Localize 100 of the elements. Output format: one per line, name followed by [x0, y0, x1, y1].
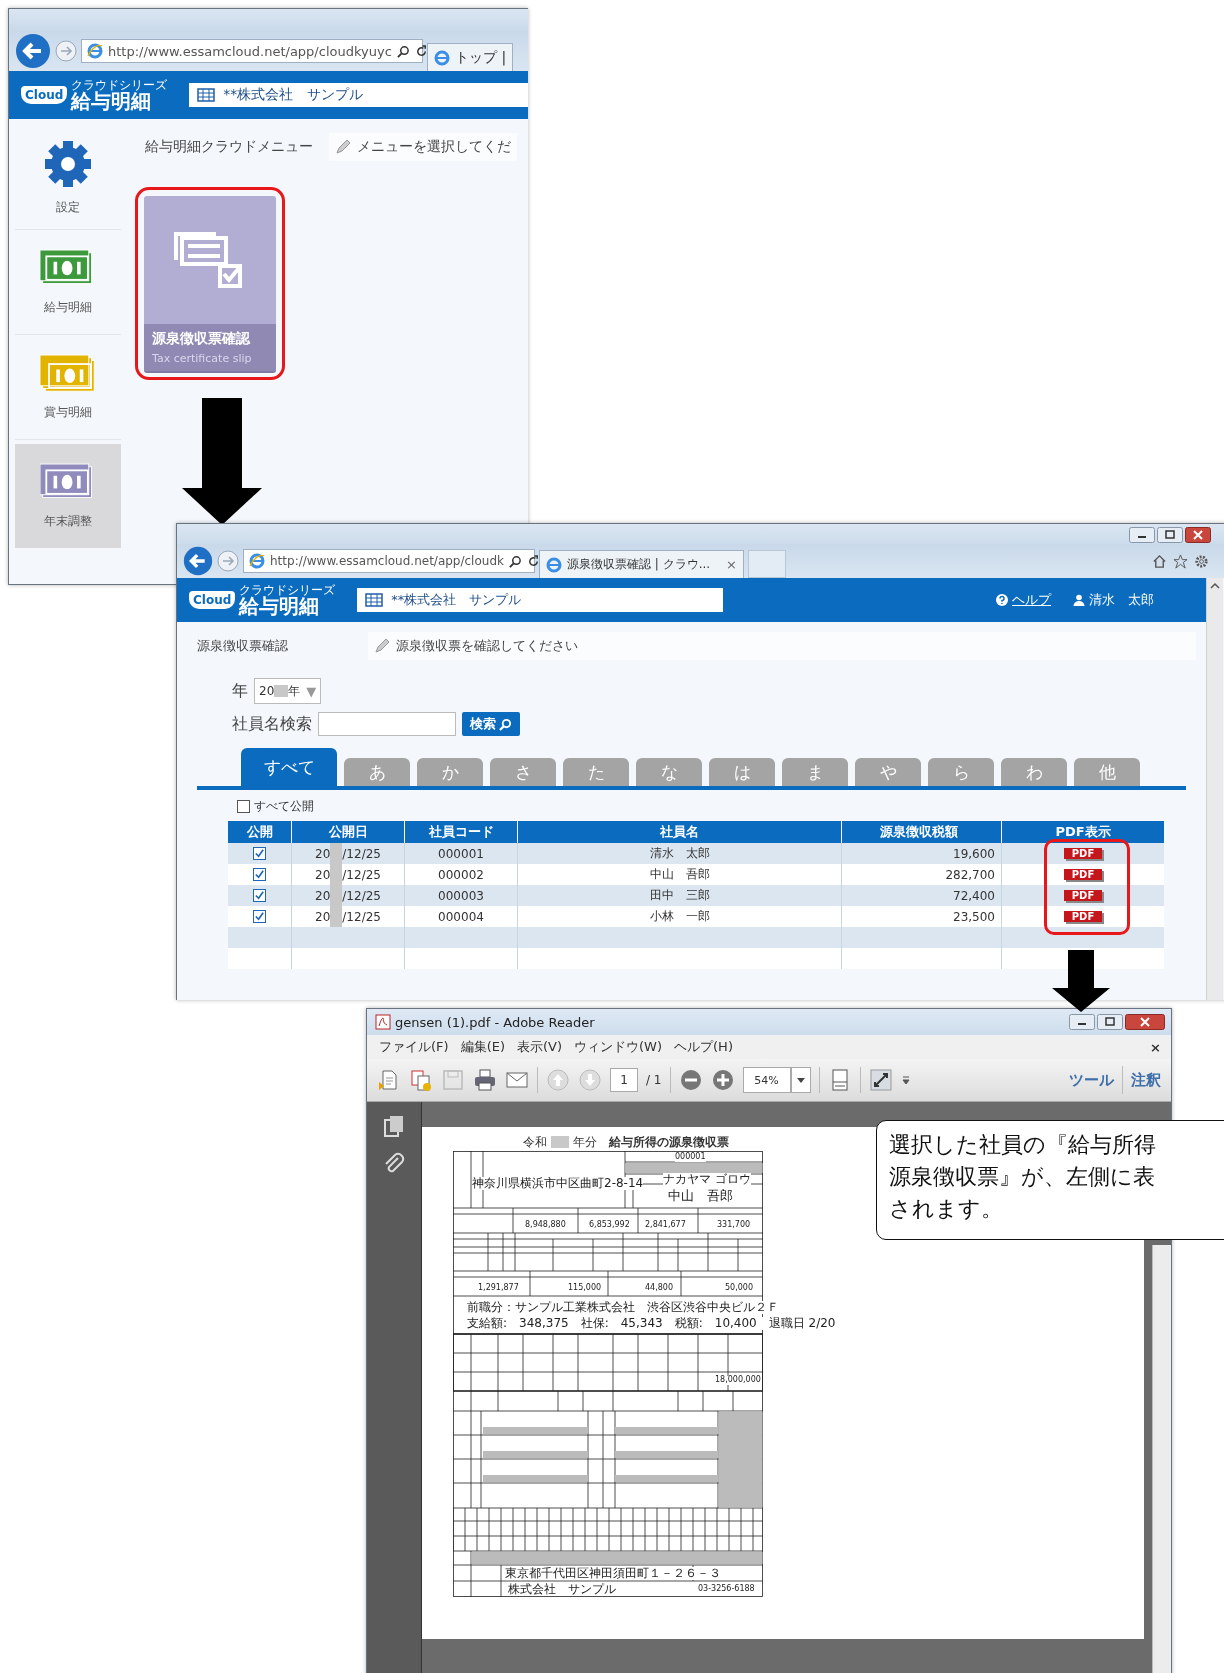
star-icon[interactable] [1173, 553, 1188, 569]
tab-close-button[interactable]: × [726, 557, 737, 572]
user-icon [1073, 594, 1085, 606]
table-cell: 000002 [438, 867, 484, 882]
sidebar-item[interactable]: 設定 [15, 125, 121, 230]
home-icon[interactable] [1152, 553, 1167, 569]
sidebar-item[interactable]: 給与明細 [15, 230, 121, 335]
maximize-button[interactable] [1157, 527, 1183, 543]
comment-button[interactable]: 注釈 [1131, 1070, 1161, 1090]
settings-icon[interactable] [1194, 553, 1209, 569]
pencil-icon [374, 638, 390, 654]
menu-item[interactable]: 編集(E) [460, 1038, 505, 1056]
document-text: 50,000 [725, 1284, 753, 1293]
fullscreen-icon[interactable] [868, 1068, 893, 1092]
pdf-button[interactable]: PDF [1063, 869, 1103, 880]
user-name: 清水 太郎 [1089, 591, 1154, 609]
year-select[interactable]: 20 年 ▼ [254, 678, 322, 704]
browser-logo-icon [546, 556, 562, 573]
zoom-in-icon[interactable] [710, 1068, 735, 1092]
url-text: http://www.essamcloud.net/app/cloudk [270, 554, 504, 568]
table-cell: 20 [315, 888, 331, 903]
logo-series: クラウドシリーズ [71, 79, 168, 91]
pdf-button[interactable]: PDF [1063, 848, 1103, 859]
back-button[interactable] [15, 33, 51, 69]
logo-series: クラウドシリーズ [239, 584, 336, 596]
document-text: 年分 [573, 1133, 597, 1151]
table-cell: 000003 [438, 888, 484, 903]
checkbox[interactable] [253, 847, 266, 860]
search-button[interactable]: 検索 [462, 712, 520, 736]
maximize-button[interactable] [1097, 1014, 1123, 1030]
filter-tab[interactable]: すべて [241, 748, 337, 786]
checkbox[interactable] [253, 868, 266, 881]
gear-icon [43, 138, 93, 189]
close-document-button[interactable]: × [1150, 1039, 1161, 1055]
tools-button[interactable]: ツール [1069, 1070, 1114, 1090]
menu-item[interactable]: ファイル(F) [379, 1038, 449, 1056]
search-icon[interactable] [509, 554, 522, 568]
dropdown-button[interactable] [790, 1067, 811, 1093]
menu-item[interactable]: ヘルプ(H) [674, 1038, 733, 1056]
logo-title: 給与明細 [239, 596, 321, 616]
more-icon[interactable] [900, 1075, 911, 1085]
year-label: 年 [232, 680, 248, 702]
document-text: 神奈川県横浜市中区曲町2-8-14 [472, 1177, 644, 1191]
zoom-field[interactable]: 54% [742, 1067, 791, 1093]
refresh-icon[interactable] [527, 554, 540, 568]
document-text: 令和 [523, 1133, 547, 1151]
zoom-out-icon[interactable] [678, 1068, 703, 1092]
menu-item[interactable]: 表示(V) [517, 1038, 563, 1056]
logo-badge: Cloud [21, 86, 68, 104]
window-title: gensen (1).pdf - Adobe Reader [395, 1014, 595, 1030]
logo-badge: Cloud [189, 591, 236, 609]
document-text: 44,800 [645, 1284, 673, 1293]
checkbox[interactable] [253, 889, 266, 902]
table-cell: /12/25 [342, 909, 381, 924]
logo-title: 給与明細 [71, 91, 153, 111]
document-text: 中山 吾郎 [668, 1189, 733, 1204]
callout-text: 選択した社員の『給与所得 [889, 1131, 1157, 1159]
document-text: 2,841,677 [645, 1221, 686, 1230]
browser-tab[interactable]: 源泉徴収票確認 | クラウ... × [539, 550, 744, 578]
address-bar[interactable]: http://www.essamcloud.net/app/cloudkyuyc [81, 39, 423, 63]
minimize-button[interactable] [1069, 1014, 1095, 1030]
checkbox-label: すべて公開 [254, 798, 314, 815]
pages-icon[interactable] [382, 1114, 406, 1138]
table-cell: 20 [315, 846, 331, 861]
menu-tile[interactable]: 源泉徴収票確認 Tax certificate slip [144, 196, 276, 371]
scrollbar[interactable] [1206, 578, 1223, 1000]
print-icon[interactable] [473, 1068, 497, 1092]
close-button[interactable] [1125, 1014, 1165, 1030]
document-text: 115,000 [568, 1284, 602, 1293]
help-link[interactable]: ヘルプ [1012, 591, 1051, 609]
pdf-file-icon [375, 1014, 391, 1030]
close-button[interactable] [1185, 527, 1211, 543]
table-cell: 23,500 [953, 909, 995, 924]
table-cell: 20 [315, 909, 331, 924]
checkbox[interactable] [237, 800, 250, 813]
browser-logo-icon [434, 49, 450, 66]
scroll-up-icon[interactable] [1210, 582, 1220, 590]
back-button[interactable] [183, 546, 213, 576]
browser-tab[interactable]: トップ | [427, 43, 514, 71]
table-cell: 72,400 [953, 888, 995, 903]
menu-item[interactable]: ウィンドウ(W) [574, 1038, 663, 1056]
sidebar-item[interactable]: 賞与明細 [15, 335, 121, 440]
scrollbar[interactable] [1152, 1245, 1171, 1673]
search-icon[interactable] [396, 44, 410, 58]
employee-search-field[interactable] [318, 712, 456, 736]
documents-icon[interactable] [409, 1068, 433, 1092]
pdf-button[interactable]: PDF [1063, 890, 1103, 901]
sidebar-item[interactable]: 年末調整 [15, 444, 121, 548]
refresh-icon[interactable] [414, 44, 428, 58]
checkbox[interactable] [253, 910, 266, 923]
table-cell: 000001 [438, 846, 484, 861]
minimize-button[interactable] [1129, 527, 1155, 543]
pdf-button[interactable]: PDF [1063, 911, 1103, 922]
table-cell: 19,600 [953, 846, 995, 861]
page-number-field[interactable]: 1 [610, 1068, 638, 1092]
table-cell: /12/25 [342, 846, 381, 861]
page-title: 給与明細クラウドメニュー [145, 138, 313, 156]
caret-icon: ▼ [306, 683, 317, 699]
search-icon [499, 717, 512, 731]
address-bar[interactable]: http://www.essamcloud.net/app/cloudk [243, 549, 535, 573]
